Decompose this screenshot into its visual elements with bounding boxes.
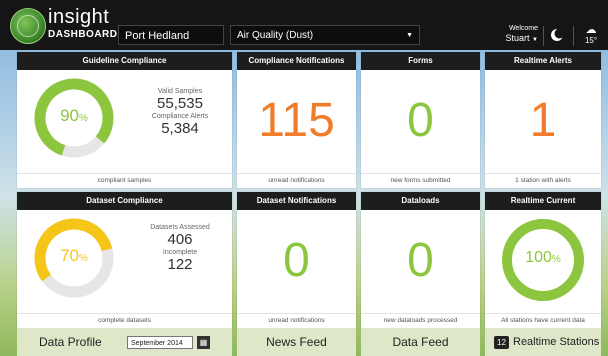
dataset-percent: 70% [32, 246, 116, 266]
compliance-notifications-panel[interactable]: Compliance Notifications 115 unread noti… [237, 52, 356, 188]
globe-icon [10, 8, 46, 44]
realtime-current-percent-value: 100 [525, 249, 552, 266]
incomplete-value: 122 [167, 256, 193, 273]
percent-unit: % [79, 113, 88, 124]
incomplete-label: Incomplete [162, 249, 198, 256]
top-bar: insight DASHBOARD Port Hedland Air Quali… [0, 0, 608, 50]
dataset-percent-value: 70 [60, 246, 79, 265]
logo-text-dashboard: DASHBOARD [48, 29, 118, 40]
panel-title: Dataset Compliance [17, 192, 232, 210]
panel-footer: All stations have current data [485, 313, 601, 328]
guideline-percent-value: 90 [60, 106, 79, 125]
news-feed-label: News Feed [266, 335, 327, 349]
compliance-alerts-value: 5,384 [161, 120, 199, 137]
realtime-stations-button[interactable]: 12 Realtime Stations [485, 328, 601, 356]
valid-samples-label: Valid Samples [157, 88, 203, 95]
datasets-assessed-label: Datasets Assessed [150, 224, 210, 231]
dataset-notifications-count: 0 [283, 234, 310, 287]
guideline-stats: Valid Samples 55,535 Compliance Alerts 5… [137, 88, 223, 138]
data-feed-button[interactable]: Data Feed [361, 328, 480, 356]
panel-footer: compliant samples [17, 173, 232, 188]
panel-title: Realtime Alerts [485, 52, 601, 70]
site-select[interactable]: Port Hedland [118, 25, 224, 45]
realtime-alerts-panel[interactable]: Realtime Alerts 1 1 station with alerts [485, 52, 601, 188]
metric-select-value: Air Quality (Dust) [237, 30, 314, 41]
stations-count-badge: 12 [494, 336, 509, 349]
moon-icon[interactable] [550, 28, 564, 42]
weather-widget[interactable]: ☁ 15° [580, 25, 602, 46]
percent-unit: % [79, 253, 88, 264]
panel-title: Dataloads [361, 192, 480, 210]
data-profile-label: Data Profile [39, 335, 102, 349]
dataset-notifications-panel[interactable]: Dataset Notifications 0 unread notificat… [237, 192, 356, 328]
panel-footer: unread notifications [237, 173, 356, 188]
user-name-row: Stuart ▼ [478, 33, 538, 46]
panel-footer: 1 station with alerts [485, 173, 601, 188]
panel-title: Compliance Notifications [237, 52, 356, 70]
datasets-assessed-value: 406 [167, 231, 193, 248]
panel-footer: unread notifications [237, 313, 356, 328]
temperature: 15° [584, 36, 598, 45]
guideline-percent: 90% [32, 106, 116, 126]
welcome-label: Welcome [508, 25, 538, 32]
user-menu[interactable]: Welcome Stuart ▼ [478, 24, 538, 46]
divider [543, 26, 544, 46]
realtime-current-panel[interactable]: Realtime Current 100% All stations have … [485, 192, 601, 328]
panel-footer: new forms submitted [361, 173, 480, 188]
forms-count: 0 [407, 94, 434, 147]
realtime-stations-label: Realtime Stations [513, 336, 600, 348]
forms-panel[interactable]: Forms 0 new forms submitted [361, 52, 480, 188]
valid-samples-value: 55,535 [157, 95, 203, 112]
guideline-compliance-panel[interactable]: Guideline Compliance 90% Valid Samples 5… [17, 52, 232, 188]
cloud-icon: ☁ [585, 24, 597, 36]
panel-footer: complete datasets [17, 313, 232, 328]
caret-down-icon: ▼ [532, 37, 538, 43]
compliance-alerts-label: Compliance Alerts [151, 113, 209, 120]
dataset-stats: Datasets Assessed 406 Incomplete 122 [137, 224, 223, 274]
caret-down-icon: ▼ [406, 32, 413, 39]
percent-unit: % [551, 254, 561, 265]
dataset-compliance-panel[interactable]: Dataset Compliance 70% Datasets Assessed… [17, 192, 232, 328]
site-select-value: Port Hedland [125, 30, 190, 42]
dataloads-count: 0 [407, 234, 434, 287]
divider [573, 26, 574, 46]
panel-title: Forms [361, 52, 480, 70]
metric-select[interactable]: Air Quality (Dust) ▼ [230, 25, 420, 45]
panel-title: Realtime Current [485, 192, 601, 210]
panel-footer: new dataloads processed [361, 313, 480, 328]
compliance-notifications-count: 115 [258, 94, 335, 147]
data-profile-bar: Data Profile September 2014 ▦ [17, 328, 232, 356]
logo-text-insight: insight [48, 6, 110, 28]
realtime-current-percent: 100% [499, 249, 587, 267]
panel-title: Dataset Notifications [237, 192, 356, 210]
news-feed-button[interactable]: News Feed [237, 328, 356, 356]
data-profile-date-input[interactable]: September 2014 [127, 336, 193, 349]
user-name: Stuart [505, 33, 530, 43]
app-logo[interactable]: insight DASHBOARD [10, 6, 117, 44]
dataloads-panel[interactable]: Dataloads 0 new dataloads processed [361, 192, 480, 328]
calendar-icon[interactable]: ▦ [197, 336, 210, 349]
data-feed-label: Data Feed [392, 335, 449, 349]
panel-title: Guideline Compliance [17, 52, 232, 70]
realtime-alerts-count: 1 [529, 94, 557, 147]
